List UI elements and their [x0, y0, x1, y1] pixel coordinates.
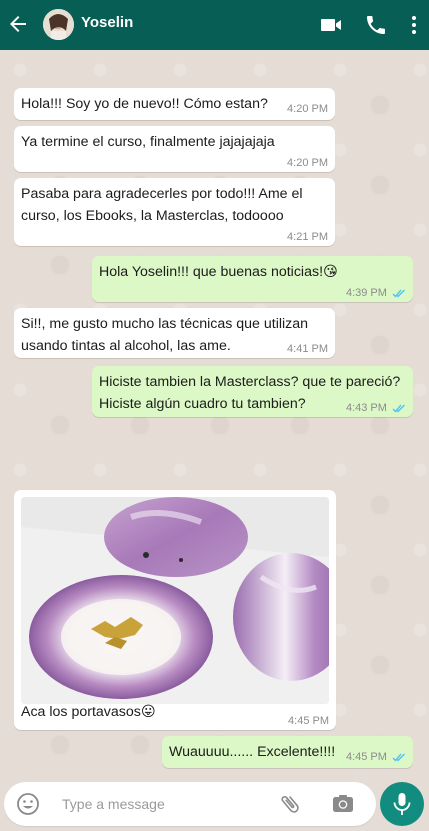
message-text: Pasaba para agradecerles por todo!!! Ame…	[21, 186, 303, 224]
message-text: Ya termine el curso, finalmente jajajaja…	[21, 134, 275, 150]
message-incoming[interactable]: Ya termine el curso, finalmente jajajaja…	[14, 126, 335, 172]
message-list[interactable]: Hola!!! Soy yo de nuevo!! Cómo estan? 4:…	[0, 50, 429, 781]
emoji-icon[interactable]	[16, 792, 40, 816]
message-time: 4:45 PM	[288, 715, 329, 727]
message-time: 4:21 PM	[287, 231, 328, 243]
message-outgoing[interactable]: Hola Yoselin!!! que buenas noticias!😘 4:…	[92, 256, 413, 302]
attach-icon[interactable]	[278, 792, 302, 816]
camera-icon[interactable]	[331, 792, 355, 816]
message-time: 4:41 PM	[287, 343, 328, 355]
message-incoming[interactable]: Si!!, me gusto mucho las técnicas que ut…	[14, 308, 335, 358]
double-check-icon	[392, 404, 405, 413]
message-time: 4:20 PM	[287, 103, 328, 115]
video-call-icon[interactable]	[319, 13, 343, 37]
coasters-image	[21, 497, 329, 704]
message-meta: 4:39 PM	[346, 287, 406, 299]
message-meta: 4:45 PM	[346, 751, 406, 763]
mic-icon	[393, 793, 411, 815]
message-time: 4:39 PM	[345, 287, 387, 299]
message-input[interactable]: Type a message	[62, 796, 165, 812]
contact-name[interactable]: Yoselin	[81, 14, 133, 31]
phone-icon[interactable]	[364, 13, 388, 37]
message-incoming[interactable]: Hola!!! Soy yo de nuevo!! Cómo estan? 4:…	[14, 88, 335, 120]
message-incoming-image[interactable]: Aca los portavasos😛 4:45 PM	[14, 490, 336, 730]
avatar[interactable]	[43, 9, 74, 40]
message-text: Hola Yoselin!!! que buenas noticias!😘	[99, 264, 338, 280]
message-text: Hola!!! Soy yo de nuevo!! Cómo estan?	[21, 96, 268, 112]
message-incoming[interactable]: Pasaba para agradecerles por todo!!! Ame…	[14, 178, 335, 246]
image-caption: Aca los portavasos😛	[21, 704, 156, 720]
chat-header: Yoselin	[0, 0, 429, 50]
mic-button[interactable]	[380, 782, 424, 826]
message-text: Wuauuuu...... Excelente!!!!	[169, 744, 336, 760]
message-outgoing[interactable]: Hiciste tambien la Masterclass? que te p…	[92, 366, 413, 417]
message-time: 4:43 PM	[345, 402, 387, 414]
back-arrow-icon[interactable]	[6, 12, 30, 36]
photo-coasters[interactable]	[21, 497, 329, 704]
message-meta: 4:43 PM	[346, 402, 406, 414]
message-outgoing[interactable]: Wuauuuu...... Excelente!!!! 4:45 PM	[162, 736, 413, 768]
message-text: Si!!, me gusto mucho las técnicas que ut…	[21, 316, 309, 354]
avatar-image	[43, 9, 74, 40]
more-vert-icon[interactable]	[402, 13, 426, 37]
message-time: 4:45 PM	[345, 751, 387, 763]
double-check-icon	[392, 753, 405, 762]
message-time: 4:20 PM	[287, 157, 328, 169]
message-composer[interactable]: Type a message	[4, 782, 376, 826]
double-check-icon	[392, 289, 405, 298]
